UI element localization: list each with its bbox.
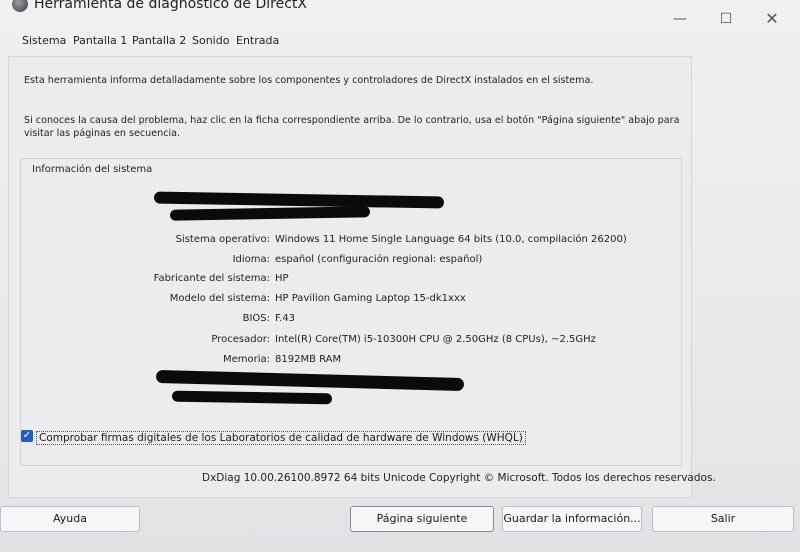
help-button[interactable]: Ayuda <box>0 506 140 532</box>
system-info-group-label: Información del sistema <box>30 164 155 175</box>
intro-text-line-1: Esta herramienta informa detalladamente … <box>24 75 594 86</box>
title-bar: Herramienta de diagnóstico de DirectX — … <box>0 0 800 28</box>
language-label: Idioma: <box>232 254 270 265</box>
tab-entrada[interactable]: Entrada <box>236 34 279 47</box>
os-value: Windows 11 Home Single Language 64 bits … <box>275 234 627 245</box>
save-information-button[interactable]: Guardar la información... <box>502 506 642 532</box>
save-information-button-label: Guardar la información... <box>503 512 641 525</box>
memory-value: 8192MB RAM <box>275 354 342 365</box>
tab-sonido[interactable]: Sonido <box>192 34 229 47</box>
intro-text-line-3: visitar las páginas en secuencia. <box>24 128 181 139</box>
tab-pantalla-1[interactable]: Pantalla 1 <box>73 34 127 47</box>
processor-value: Intel(R) Core(TM) i5-10300H CPU @ 2.50GH… <box>275 334 596 345</box>
whql-checkbox-label[interactable]: Comprobar firmas digitales de los Labora… <box>36 431 526 445</box>
memory-label: Memoria: <box>222 354 270 365</box>
exit-button[interactable]: Salir <box>652 506 794 532</box>
manufacturer-label: Fabricante del sistema: <box>153 273 270 284</box>
bios-value: F.43 <box>275 313 296 324</box>
dxdiag-app-icon <box>12 0 28 12</box>
os-label: Sistema operativo: <box>175 234 270 245</box>
help-button-label: Ayuda <box>53 512 87 525</box>
whql-checkbox[interactable]: ✓ <box>21 430 33 442</box>
dxdiag-window: Herramienta de diagnóstico de DirectX — … <box>0 0 800 552</box>
model-label: Modelo del sistema: <box>169 293 270 304</box>
exit-button-label: Salir <box>710 512 736 525</box>
next-page-button-label: Página siguiente <box>376 512 468 525</box>
minimize-button[interactable]: — <box>660 8 700 30</box>
next-page-button[interactable]: Página siguiente <box>350 506 494 532</box>
copyright-footer: DxDiag 10.00.26100.8972 64 bits Unicode … <box>202 472 716 484</box>
model-value: HP Pavilion Gaming Laptop 15-dk1xxx <box>275 293 466 304</box>
bios-label: BIOS: <box>242 313 270 324</box>
processor-label: Procesador: <box>211 334 270 345</box>
window-title: Herramienta de diagnóstico de DirectX <box>34 0 307 12</box>
maximize-button[interactable]: ☐ <box>706 8 746 30</box>
language-value: español (configuración regional: español… <box>275 254 483 265</box>
close-button[interactable]: ✕ <box>752 8 792 30</box>
tab-pantalla-2[interactable]: Pantalla 2 <box>132 34 186 47</box>
tab-sistema[interactable]: Sistema <box>22 34 66 47</box>
manufacturer-value: HP <box>275 273 289 284</box>
intro-text-line-2: Si conoces la causa del problema, haz cl… <box>24 115 680 126</box>
